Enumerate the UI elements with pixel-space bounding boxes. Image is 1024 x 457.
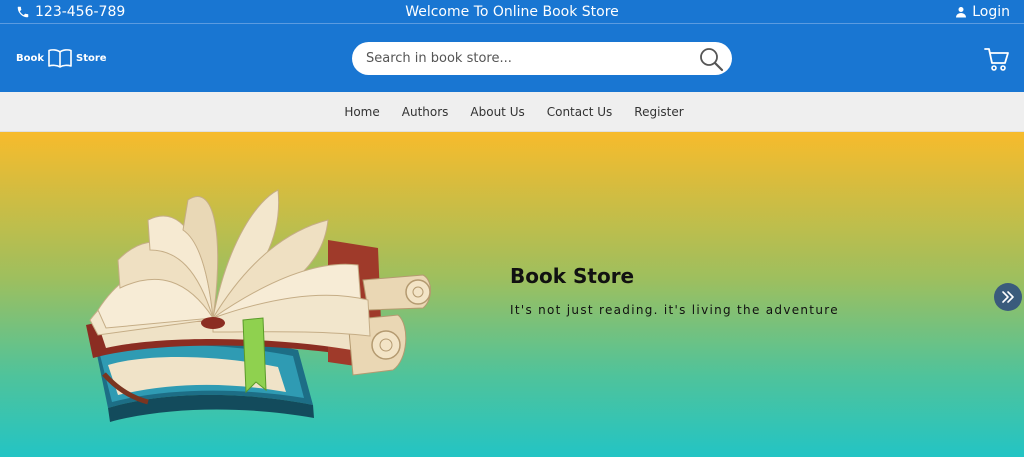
hero-banner: Book Store It's not just reading. it's l… (0, 132, 1024, 457)
top-bar: 123-456-789 Welcome To Online Book Store… (0, 0, 1024, 24)
nav-register[interactable]: Register (634, 105, 683, 119)
login-link[interactable]: Login (955, 4, 1010, 20)
nav-contact-us[interactable]: Contact Us (547, 105, 613, 119)
slider-next-button[interactable] (994, 283, 1022, 311)
header: Book Store (0, 24, 1024, 92)
phone-number: 123-456-789 (35, 3, 126, 20)
logo-text-left: Book (16, 52, 45, 64)
books-illustration (86, 189, 431, 422)
hero-subtitle: It's not just reading. it's living the a… (510, 303, 839, 317)
site-logo[interactable]: Book Store (16, 48, 107, 68)
nav-about-us[interactable]: About Us (470, 105, 524, 119)
welcome-text: Welcome To Online Book Store (405, 3, 619, 20)
double-chevron-right-icon (1002, 291, 1014, 303)
phone-contact[interactable]: 123-456-789 (16, 4, 125, 20)
main-nav: Home Authors About Us Contact Us Registe… (0, 92, 1024, 132)
bookmark-icon (242, 317, 267, 394)
open-book-icon (48, 49, 72, 68)
search-bar (352, 42, 732, 75)
nav-authors[interactable]: Authors (402, 105, 449, 119)
search-icon[interactable] (698, 46, 724, 72)
user-icon (956, 6, 967, 17)
nav-home[interactable]: Home (344, 105, 379, 119)
hero-title: Book Store (510, 264, 635, 288)
search-input[interactable] (366, 51, 698, 66)
phone-icon (17, 6, 29, 17)
login-label: Login (972, 3, 1010, 20)
cart-icon[interactable] (984, 46, 1010, 72)
logo-text-right: Store (76, 52, 107, 64)
